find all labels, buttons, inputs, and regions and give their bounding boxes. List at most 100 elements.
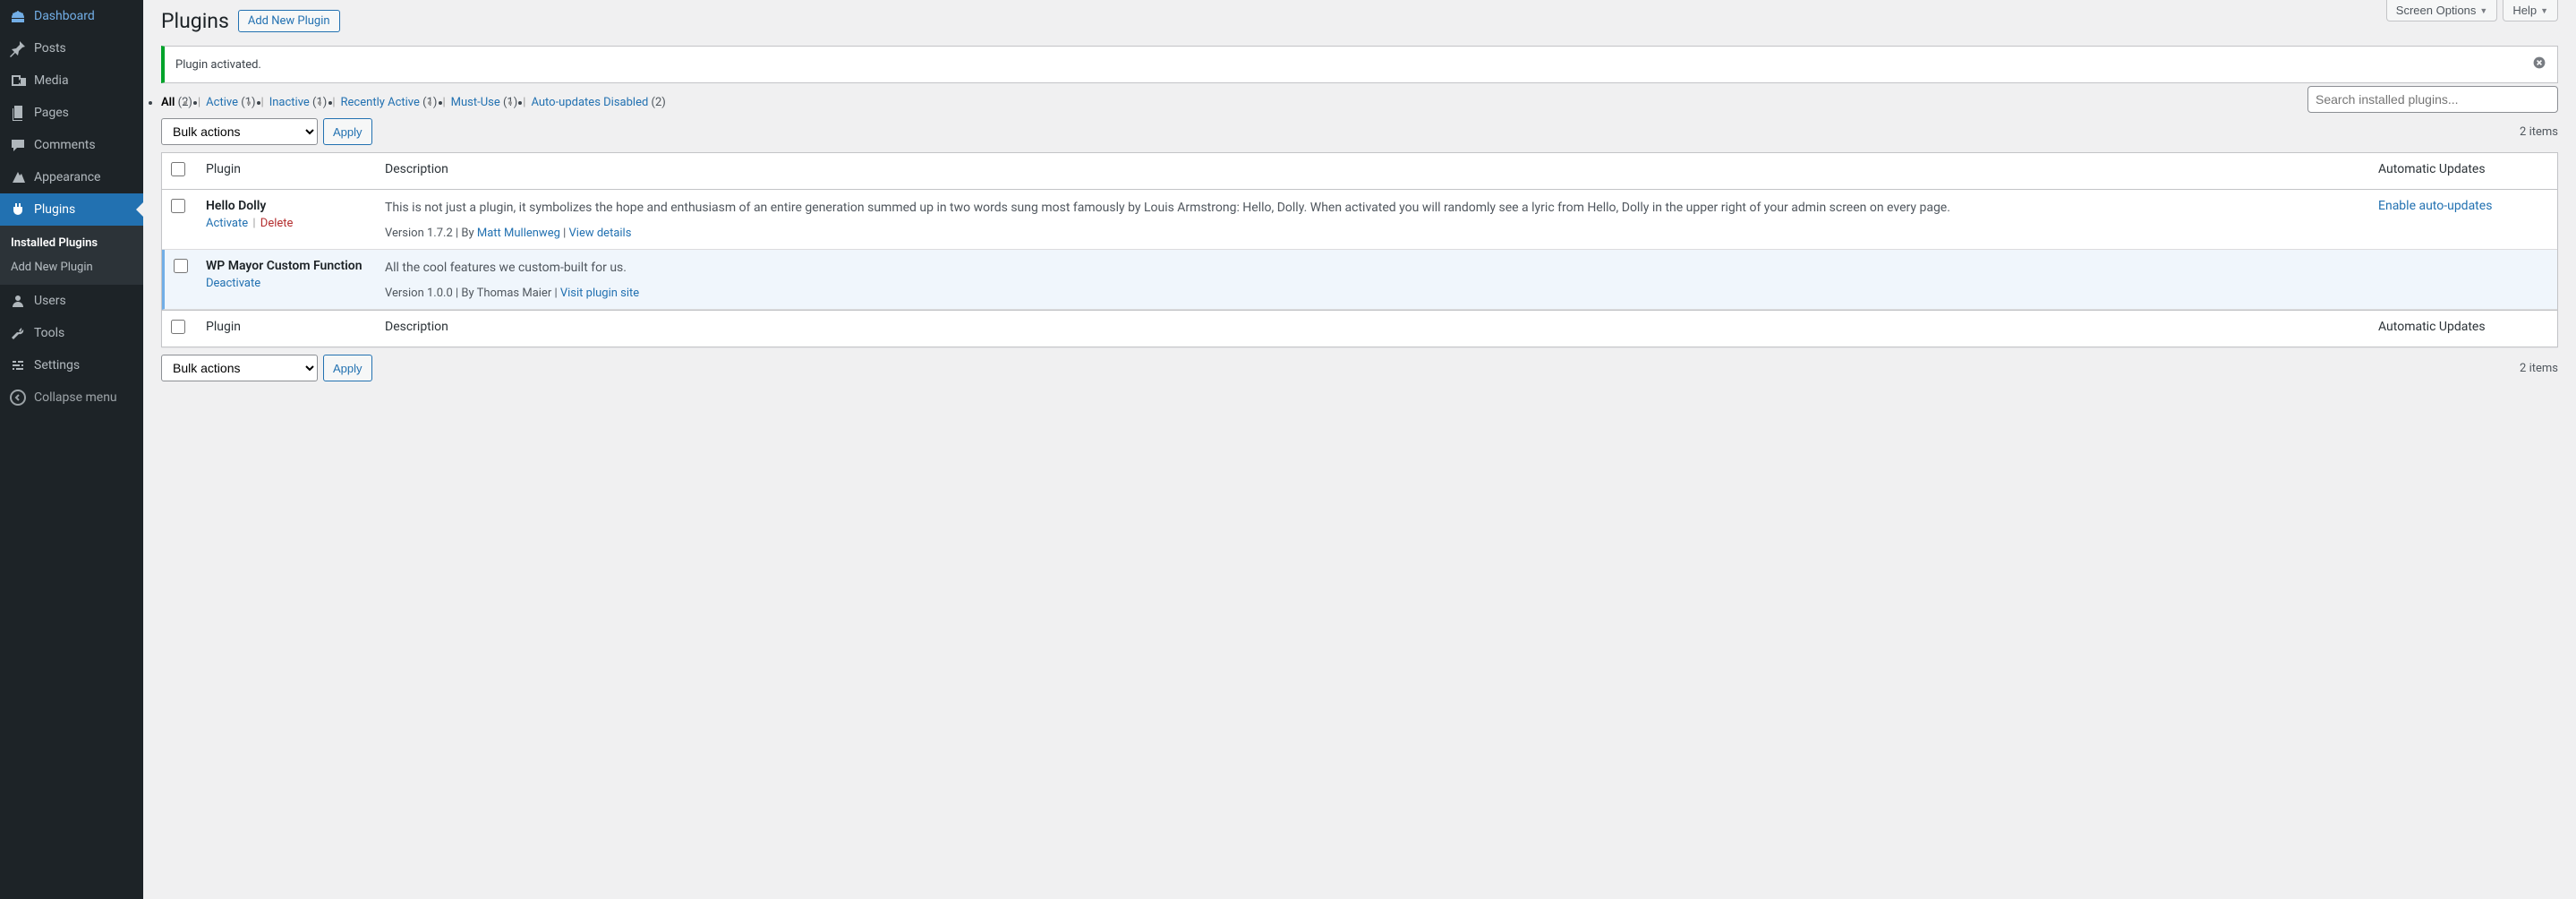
filter-count: (2) (652, 96, 666, 109)
sidebar-item-media[interactable]: Media (0, 64, 143, 97)
filter-links: All (2) | Active (1) | Inactive (1) | Re… (161, 96, 2558, 109)
filter-active[interactable]: Active (206, 96, 238, 109)
row-checkbox[interactable] (174, 259, 188, 273)
row-actions: Deactivate (206, 277, 367, 290)
content-area: Screen Options ▼ Help ▼ Plugins Add New … (143, 0, 2576, 899)
screen-options-label: Screen Options (2396, 4, 2477, 17)
sidebar-item-label: Tools (34, 326, 64, 340)
sidebar-item-plugins[interactable]: Plugins (0, 193, 143, 226)
bulk-apply-button-bottom[interactable]: Apply (323, 355, 372, 381)
sidebar-item-label: Settings (34, 358, 80, 372)
table-row: Hello Dolly Activate | Delete This is no… (162, 190, 2557, 250)
submenu-add-new-plugin[interactable]: Add New Plugin (0, 255, 143, 279)
sidebar-item-label: Posts (34, 41, 66, 56)
table-row: WP Mayor Custom Function Deactivate All … (162, 250, 2557, 310)
filter-recently-active[interactable]: Recently Active (341, 96, 420, 109)
sidebar-collapse[interactable]: Collapse menu (0, 381, 143, 414)
comments-icon (9, 136, 27, 154)
filter-inactive[interactable]: Inactive (269, 96, 310, 109)
media-icon (9, 72, 27, 90)
tools-icon (9, 324, 27, 342)
delete-link[interactable]: Delete (260, 217, 294, 230)
sidebar-item-label: Dashboard (34, 9, 95, 23)
pages-icon (9, 104, 27, 122)
plugin-meta: Version 1.7.2 | By Matt Mullenweg | View… (385, 227, 2360, 240)
search-box (2307, 86, 2558, 113)
settings-icon (9, 356, 27, 374)
tablenav-top: Bulk actions Apply 2 items (161, 118, 2558, 145)
select-all-checkbox-bottom[interactable] (171, 320, 185, 334)
column-description[interactable]: Description (376, 153, 2369, 190)
notice-success: Plugin activated. (161, 46, 2558, 83)
row-checkbox[interactable] (171, 199, 185, 213)
item-count: 2 items (2520, 125, 2558, 139)
sidebar-item-label: Pages (34, 106, 69, 120)
enable-auto-updates-link[interactable]: Enable auto-updates (2378, 199, 2492, 213)
sidebar-item-label: Media (34, 73, 69, 88)
meta-version: Version 1.7.2 | By (385, 227, 477, 240)
deactivate-link[interactable]: Deactivate (206, 277, 260, 290)
appearance-icon (9, 168, 27, 186)
meta-version: Version 1.0.0 | By Thomas Maier | (385, 287, 560, 300)
column-auto-updates[interactable]: Automatic Updates (2369, 310, 2557, 347)
screen-options-button[interactable]: Screen Options ▼ (2386, 0, 2498, 21)
plugin-name: Hello Dolly (206, 199, 367, 213)
filter-auto-updates-disabled[interactable]: Auto-updates Disabled (531, 96, 648, 109)
select-all-checkbox[interactable] (171, 162, 185, 176)
author-link[interactable]: Matt Mullenweg (477, 227, 560, 240)
plugin-description: All the cool features we custom-built fo… (385, 259, 2360, 278)
plugin-meta: Version 1.0.0 | By Thomas Maier | Visit … (385, 287, 2360, 300)
sidebar-item-label: Users (34, 294, 66, 308)
sidebar-item-comments[interactable]: Comments (0, 129, 143, 161)
sidebar-item-label: Comments (34, 138, 96, 152)
sidebar-item-posts[interactable]: Posts (0, 32, 143, 64)
sidebar-item-label: Appearance (34, 170, 100, 184)
pin-icon (9, 39, 27, 57)
sidebar-item-dashboard[interactable]: Dashboard (0, 0, 143, 32)
screen-meta-tabs: Screen Options ▼ Help ▼ (2386, 0, 2558, 21)
add-new-plugin-button[interactable]: Add New Plugin (238, 10, 340, 32)
sidebar-item-label: Plugins (34, 202, 75, 217)
bulk-actions: Bulk actions Apply (161, 118, 372, 145)
plugin-icon (9, 201, 27, 218)
bulk-apply-button[interactable]: Apply (323, 118, 372, 145)
chevron-down-icon: ▼ (2540, 6, 2548, 15)
row-actions: Activate | Delete (206, 217, 367, 230)
close-icon (2532, 56, 2546, 70)
bulk-action-select-bottom[interactable]: Bulk actions (161, 355, 318, 381)
notice-text: Plugin activated. (175, 58, 261, 72)
view-details-link[interactable]: View details (569, 227, 632, 240)
page-title: Plugins (161, 9, 229, 33)
meta-sep: | (560, 227, 569, 240)
plugin-name: WP Mayor Custom Function (206, 259, 367, 273)
column-plugin[interactable]: Plugin (197, 153, 376, 190)
filter-all[interactable]: All (161, 96, 175, 109)
collapse-icon (9, 389, 27, 407)
sidebar-item-pages[interactable]: Pages (0, 97, 143, 129)
page-header: Plugins Add New Plugin (161, 0, 2558, 33)
sidebar-item-tools[interactable]: Tools (0, 317, 143, 349)
sidebar-item-users[interactable]: Users (0, 285, 143, 317)
column-description[interactable]: Description (376, 310, 2369, 347)
submenu-installed-plugins[interactable]: Installed Plugins (0, 231, 143, 255)
column-auto-updates[interactable]: Automatic Updates (2369, 153, 2557, 190)
bulk-action-select[interactable]: Bulk actions (161, 118, 318, 145)
admin-sidebar: Dashboard Posts Media Pages Comments App… (0, 0, 143, 899)
bulk-actions-bottom: Bulk actions Apply (161, 355, 372, 381)
chevron-down-icon: ▼ (2479, 6, 2487, 15)
dashboard-icon (9, 7, 27, 25)
column-plugin[interactable]: Plugin (197, 310, 376, 347)
search-input[interactable] (2307, 86, 2558, 113)
dismiss-notice-button[interactable] (2532, 56, 2546, 73)
help-label: Help (2512, 4, 2537, 17)
visit-plugin-site-link[interactable]: Visit plugin site (560, 287, 639, 300)
sidebar-item-label: Collapse menu (34, 390, 117, 405)
filter-must-use[interactable]: Must-Use (451, 96, 500, 109)
activate-link[interactable]: Activate (206, 217, 248, 230)
users-icon (9, 292, 27, 310)
sidebar-item-appearance[interactable]: Appearance (0, 161, 143, 193)
item-count-bottom: 2 items (2520, 362, 2558, 375)
help-button[interactable]: Help ▼ (2503, 0, 2558, 21)
sidebar-item-settings[interactable]: Settings (0, 349, 143, 381)
sidebar-submenu-plugins: Installed Plugins Add New Plugin (0, 226, 143, 285)
